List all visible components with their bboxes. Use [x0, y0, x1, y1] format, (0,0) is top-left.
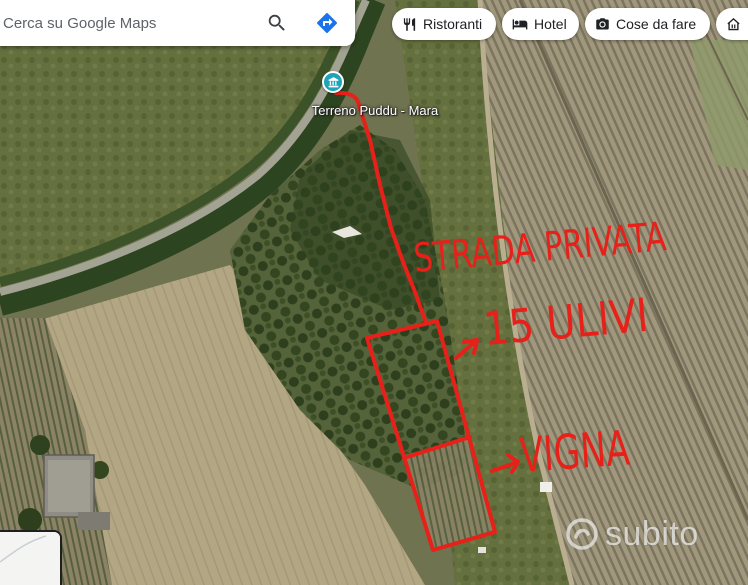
chip-restaurants[interactable]: Ristoranti [392, 8, 496, 40]
museum-icon [727, 17, 740, 30]
search-icon [268, 14, 285, 31]
satellite-imagery: STRADA PRIVATA 15 ULIVI VIGNA [0, 0, 748, 585]
hotel-icon [512, 19, 528, 30]
chip-things-to-do[interactable]: Cose da fare [585, 8, 710, 40]
layers-thumbnail[interactable] [0, 530, 62, 585]
chip-label: Hotel [534, 16, 567, 32]
chip-hotels[interactable]: Hotel [502, 8, 579, 40]
subito-logo-icon [566, 518, 598, 550]
search-box [0, 0, 355, 46]
watermark-text: subito [605, 514, 699, 553]
directions-icon [317, 12, 338, 33]
place-marker[interactable] [322, 71, 344, 93]
search-button[interactable] [265, 11, 289, 35]
annotation-vineyard-label: VIGNA [518, 420, 632, 484]
small-structure [540, 482, 552, 492]
landmark-icon [328, 76, 338, 87]
map-type-preview [0, 532, 60, 585]
search-input[interactable] [3, 0, 258, 46]
subito-watermark: subito [565, 512, 699, 556]
small-structure [478, 547, 486, 553]
farm-building-roof [48, 460, 90, 512]
chip-label: Ristoranti [423, 16, 483, 32]
map-canvas[interactable]: STRADA PRIVATA 15 ULIVI VIGNA [0, 0, 748, 585]
chip-label: Cose da fare [616, 16, 697, 32]
chip-museums[interactable]: M [716, 8, 748, 40]
tree [18, 508, 42, 532]
shed [78, 512, 110, 530]
place-label[interactable]: Terreno Puddu - Mara [295, 103, 455, 118]
tree [30, 435, 50, 455]
directions-button[interactable] [315, 11, 339, 35]
restaurant-icon [403, 17, 416, 31]
camera-icon [596, 17, 609, 29]
category-chips: Ristoranti Hotel Cose da fare M [390, 6, 748, 44]
